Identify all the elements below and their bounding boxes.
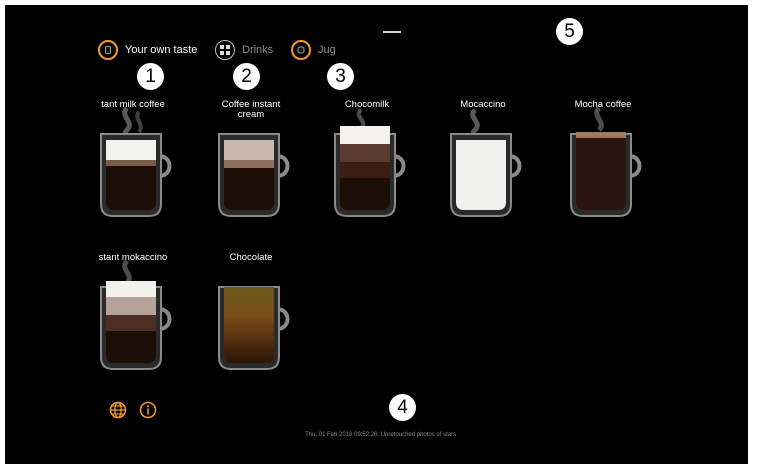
cup-icon — [98, 40, 118, 60]
cup-image — [334, 108, 406, 217]
drink-chocomilk[interactable]: Chocomilk — [317, 100, 417, 220]
screen: Your own taste Drinks Jug 1 2 3 5 4 tant… — [0, 0, 760, 469]
cup-image — [450, 108, 522, 217]
drink-chocolate[interactable]: Chocolate — [201, 253, 301, 373]
callout-1: 1 — [137, 63, 164, 90]
callout-4: 4 — [389, 394, 416, 421]
tab-jug[interactable]: Jug — [291, 37, 336, 63]
tab-drinks[interactable]: Drinks — [215, 37, 273, 63]
tab-your-own-taste[interactable]: Your own taste — [98, 37, 197, 63]
callout-2: 2 — [233, 63, 260, 90]
cup-image — [218, 133, 290, 217]
tab-jug-label: Jug — [318, 44, 336, 56]
drinks-grid-icon — [215, 40, 235, 60]
tab-your-own-taste-label: Your own taste — [125, 44, 198, 56]
status-line: Thu, 01 Feb 2018 09:52:26: Unretouched p… — [305, 432, 457, 438]
drink-instant-milk-coffee[interactable]: tant milk coffee — [83, 100, 183, 220]
cup-image — [100, 106, 172, 217]
callout-5: 5 — [556, 18, 583, 45]
drink-mocha-coffee[interactable]: Mocha coffee — [553, 100, 653, 220]
machine-display: Your own taste Drinks Jug 1 2 3 5 4 tant… — [5, 5, 748, 464]
callout-3: 3 — [327, 63, 354, 90]
top-handle[interactable] — [383, 31, 401, 33]
cup-image — [570, 106, 642, 217]
cup-image — [218, 286, 290, 370]
drink-instant-mokaccino[interactable]: stant mokaccino — [83, 253, 183, 373]
info-icon[interactable] — [139, 401, 157, 419]
jug-icon — [291, 40, 311, 60]
drink-coffee-instant-cream[interactable]: Coffee instant cream — [201, 100, 301, 220]
cup-image — [100, 259, 172, 370]
tab-drinks-label: Drinks — [242, 44, 274, 56]
globe-icon[interactable] — [109, 401, 127, 419]
drink-mocaccino[interactable]: Mocaccino — [433, 100, 533, 220]
